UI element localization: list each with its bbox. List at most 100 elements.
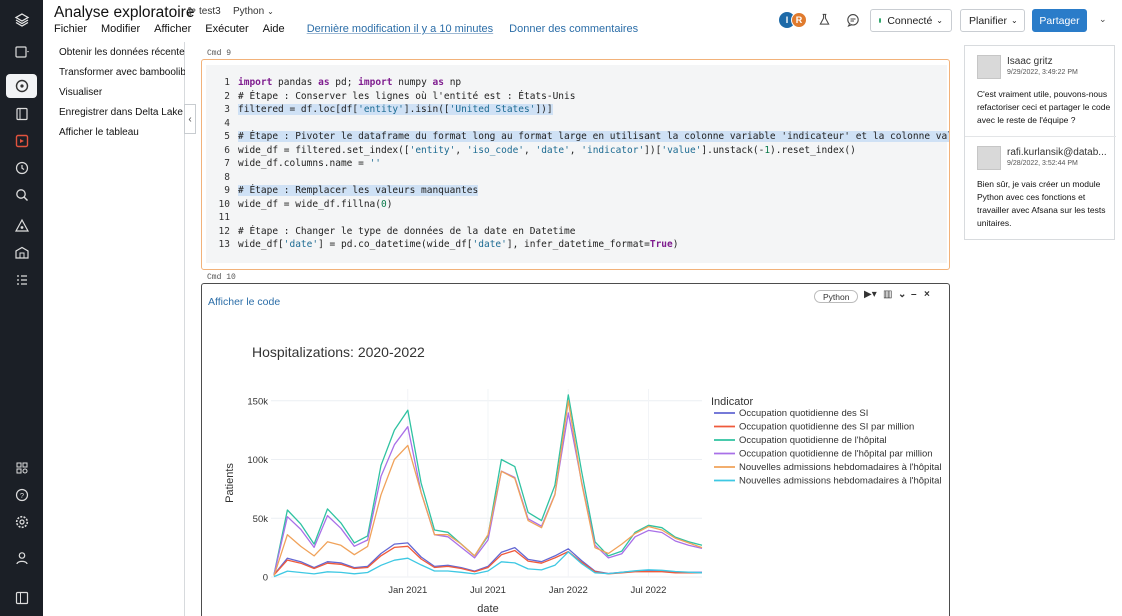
notebook-icon[interactable] <box>6 102 37 126</box>
line-number: 2 <box>224 90 230 102</box>
toc-item[interactable]: Transformer avec bamboolib <box>59 67 185 78</box>
line-number: 9 <box>224 185 230 196</box>
code-line: wide_df = wide_df.fillna(0) <box>238 198 393 210</box>
feedback-link[interactable]: Donner des commentaires <box>509 23 638 35</box>
y-tick-label: 0 <box>263 573 268 584</box>
y-tick-label: 150k <box>247 396 268 407</box>
show-code-link[interactable]: Afficher le code <box>208 296 280 308</box>
code-line: # Étape : Changer le type de données de … <box>238 225 576 237</box>
branch-icon <box>188 7 196 16</box>
notebook-title[interactable]: Analyse exploratoire <box>54 4 194 22</box>
code-line: # Étape : Pivoter le dataframe du format… <box>238 131 949 142</box>
comment-text: Bien sûr, je vais créer un module Python… <box>977 179 1106 228</box>
left-nav-rail: ? <box>0 0 43 616</box>
cell-label: Cmd 10 <box>207 273 236 282</box>
code-line: filtered = df.loc[df['entity'].isin(['Un… <box>238 104 553 115</box>
toc-item[interactable]: Enregistrer dans Delta Lake <box>59 107 185 118</box>
data-icon[interactable] <box>6 129 37 153</box>
chart-icon[interactable]: ▥ <box>883 289 892 300</box>
output-cell[interactable]: Hospitalizations: 2020-2022 0 50k 100k 150k J… <box>201 283 950 616</box>
chevron-down-icon: ⌄ <box>936 16 943 25</box>
comment-icon[interactable] <box>846 13 860 32</box>
svg-text:?: ? <box>19 491 23 500</box>
legend-label: Occupation quotidienne des SI par millio… <box>739 422 914 433</box>
toc-item[interactable]: Afficher le tableau <box>59 127 185 138</box>
schedule-button[interactable]: Planifier ⌄ <box>960 9 1025 32</box>
legend-label: Nouvelles admissions hebdomadaires à l'h… <box>739 476 941 487</box>
toc-item[interactable]: Obtenir les données récentes <box>59 47 185 58</box>
y-tick-label: 100k <box>247 455 268 466</box>
toc-item[interactable]: Visualiser <box>59 87 185 98</box>
experiment-icon[interactable] <box>818 13 831 31</box>
close-icon[interactable]: × <box>924 289 930 300</box>
notebook-header: Analyse exploratoire test3 Python ⌄ Fich… <box>43 0 1122 42</box>
status-dot-icon <box>879 18 882 23</box>
line-number: 10 <box>218 198 230 210</box>
cluster-status: Connecté <box>887 14 933 27</box>
share-button[interactable]: Partager <box>1032 9 1087 32</box>
legend-label: Occupation quotidienne de l'hôpital <box>739 435 887 446</box>
history-icon[interactable] <box>6 156 37 180</box>
legend-label: Occupation quotidienne de l'hôpital par … <box>739 449 933 460</box>
branch-chip[interactable]: test3 <box>187 6 221 17</box>
jobs-icon[interactable] <box>6 268 37 292</box>
run-icon[interactable]: ▶▾ <box>864 289 877 300</box>
line-chart: Hospitalizations: 2020-2022 0 50k 100k 150k J… <box>224 344 941 615</box>
legend-label: Nouvelles admissions hebdomadaires à l'h… <box>739 462 941 473</box>
menu-bar: Fichier Modifier Afficher Exécuter Aide … <box>54 23 652 35</box>
settings-icon[interactable] <box>6 510 37 534</box>
user-icon[interactable] <box>6 546 37 570</box>
databricks-logo-icon[interactable] <box>6 8 37 32</box>
cell-label: Cmd 9 <box>207 49 232 58</box>
code-line: import pandas as pd; import numpy as np <box>238 77 462 88</box>
extensions-icon[interactable] <box>6 456 37 480</box>
line-number: 1 <box>224 77 230 88</box>
toc-icon[interactable] <box>6 74 37 98</box>
last-modified-link[interactable]: Dernière modification il y a 10 minutes <box>307 23 493 35</box>
collapse-panel-button[interactable]: ‹ <box>184 104 196 134</box>
minimize-icon[interactable]: – <box>911 289 917 300</box>
line-number: 11 <box>218 212 230 223</box>
menu-file[interactable]: Fichier <box>54 23 87 35</box>
avatar <box>977 55 1001 79</box>
chevron-down-icon[interactable]: ⌄ <box>898 289 906 300</box>
x-tick-label: Jan 2021 <box>388 585 427 596</box>
branch-name: test3 <box>199 6 221 17</box>
comment-author: Isaac gritz <box>1007 56 1053 67</box>
code-line: wide_df.columns.name = '' <box>238 158 382 169</box>
collapse-rail-icon[interactable] <box>6 586 37 610</box>
avatar <box>977 146 1001 170</box>
divider <box>965 136 1116 137</box>
line-number: 3 <box>224 104 230 115</box>
code-cell[interactable]: 1 2 3 4 5 6 7 8 9 10 11 12 13 import pan… <box>201 59 950 270</box>
repos-icon[interactable] <box>6 214 37 238</box>
menu-run[interactable]: Exécuter <box>205 23 248 35</box>
code-editor[interactable]: 1 2 3 4 5 6 7 8 9 10 11 12 13 import pan… <box>206 65 949 263</box>
comment-date: 9/29/2022, 3:49:22 PM <box>1007 69 1078 76</box>
table-of-contents: Obtenir les données récentes Transformer… <box>43 42 185 616</box>
legend-label: Occupation quotidienne des SI <box>739 408 868 419</box>
schedule-label: Planifier <box>969 14 1007 27</box>
language-badge[interactable]: Python <box>814 290 859 303</box>
workspace-icon[interactable] <box>6 241 37 265</box>
menu-view[interactable]: Afficher <box>154 23 191 35</box>
comment-text: C'est vraiment utile, pouvons-nous refac… <box>977 89 1111 125</box>
cluster-dropdown[interactable]: Connecté ⌄ <box>870 9 952 32</box>
help-icon[interactable]: ? <box>6 483 37 507</box>
sidebar-toggle-icon[interactable] <box>6 40 37 64</box>
chart-title: Hospitalizations: 2020-2022 <box>252 344 425 360</box>
line-number: 4 <box>224 117 230 129</box>
menu-edit[interactable]: Modifier <box>101 23 140 35</box>
menu-help[interactable]: Aide <box>263 23 285 35</box>
x-tick-label: Jul 2021 <box>470 585 506 596</box>
language-dropdown[interactable]: Python ⌄ <box>233 6 274 17</box>
code-line: wide_df = filtered.set_index(['entity', … <box>238 144 856 156</box>
avatar[interactable]: R <box>791 12 807 28</box>
line-number: 5 <box>224 131 230 142</box>
x-axis-label: date <box>477 603 498 615</box>
search-icon[interactable] <box>6 183 37 207</box>
chevron-down-icon[interactable]: ⌄ <box>1099 14 1107 25</box>
y-axis-label: Patients <box>224 463 236 503</box>
line-number: 6 <box>224 144 230 156</box>
chevron-left-icon: ‹ <box>188 113 192 125</box>
